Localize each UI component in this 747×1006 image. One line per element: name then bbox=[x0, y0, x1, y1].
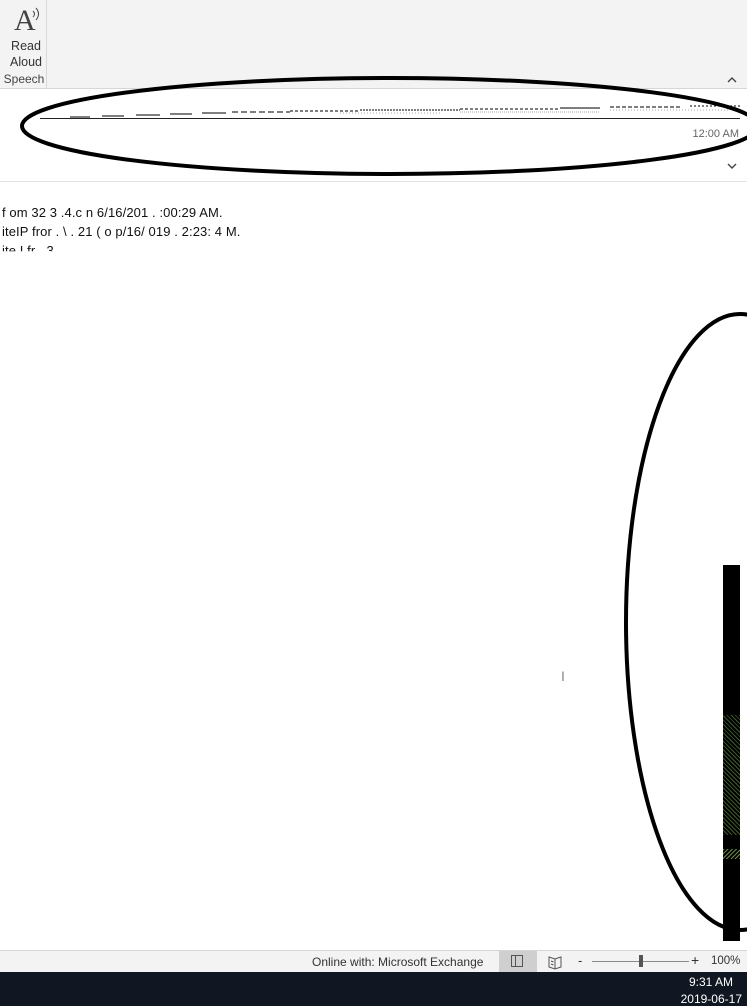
body-line-1: f om 32 3 .4.c n 6/16/201 . :00:29 AM. bbox=[2, 205, 223, 220]
redacted-subject bbox=[70, 105, 740, 118]
zoom-in-button[interactable]: + bbox=[691, 952, 699, 968]
normal-view-icon bbox=[511, 955, 523, 967]
read-aloud-label-line2: Aloud bbox=[10, 55, 42, 69]
taskbar-clock-date[interactable]: 2019-06-17 bbox=[681, 992, 742, 1006]
received-time: 12:00 AM bbox=[692, 128, 739, 140]
message-body[interactable]: f om 32 3 .4.c n 6/16/201 . :00:29 AM. i… bbox=[0, 182, 747, 950]
speech-group: A Read Aloud Speech bbox=[0, 0, 47, 88]
chevron-up-icon[interactable] bbox=[725, 74, 739, 86]
status-bar: Online with: Microsoft Exchange - + 100% bbox=[0, 950, 747, 973]
sound-waves-icon bbox=[32, 7, 39, 21]
read-aloud-button[interactable]: A Read Aloud bbox=[4, 2, 44, 70]
taskbar-clock-time[interactable]: 9:31 AM bbox=[689, 975, 733, 989]
i-beam-cursor-icon: I bbox=[561, 668, 565, 684]
scrollbar-hatch-lower bbox=[723, 849, 740, 859]
scrollbar-hatch bbox=[723, 715, 740, 835]
speech-group-label: Speech bbox=[3, 72, 45, 86]
taskbar: 9:31 AM 2019-06-17 bbox=[0, 972, 747, 1006]
ribbon: A Read Aloud Speech bbox=[0, 0, 747, 89]
zoom-out-button[interactable]: - bbox=[578, 953, 582, 968]
chevron-down-icon[interactable] bbox=[725, 160, 739, 172]
normal-view-button[interactable] bbox=[499, 951, 537, 973]
vertical-scrollbar[interactable] bbox=[723, 565, 740, 941]
subject-underline bbox=[40, 118, 740, 119]
zoom-slider-thumb[interactable] bbox=[638, 955, 643, 967]
message-header: 12:00 AM bbox=[0, 89, 747, 181]
body-line-2: iteIP fror . \ . 21 ( o p/16/ 019 . 2:23… bbox=[2, 224, 241, 239]
zoom-level[interactable]: 100% bbox=[711, 955, 740, 967]
body-line-3: ite I fr . 3 . . . . . . . . bbox=[2, 243, 114, 258]
connection-status: Online with: Microsoft Exchange bbox=[312, 955, 484, 969]
reading-view-icon[interactable] bbox=[546, 953, 564, 971]
read-aloud-label: Read Aloud bbox=[4, 38, 48, 70]
read-aloud-label-line1: Read bbox=[11, 39, 41, 53]
